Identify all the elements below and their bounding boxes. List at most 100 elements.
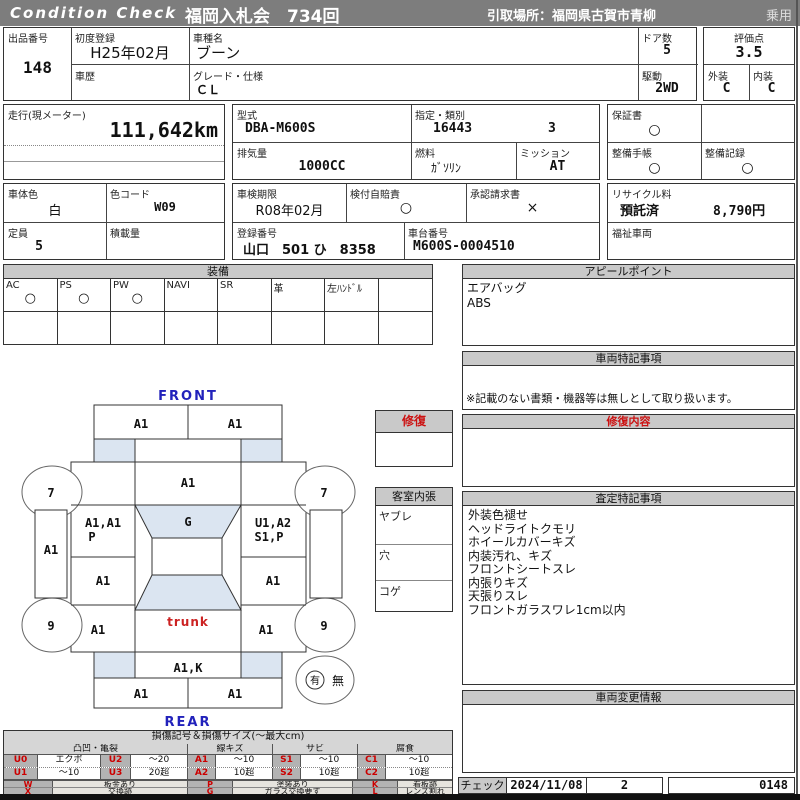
- mark-door-front-right-2: S1,P: [255, 530, 284, 544]
- equipment-cell-empty: [272, 312, 325, 344]
- equipment-value: ○: [131, 291, 143, 306]
- insurance-value: ○: [399, 200, 413, 216]
- equipment-cell-empty: [218, 312, 272, 344]
- cabin-row-hole: 穴: [379, 549, 390, 562]
- class-no-value2: 3: [548, 121, 556, 136]
- mark-rear-bumper-left: A1: [134, 687, 148, 701]
- legend-code: S1: [273, 755, 301, 767]
- color-capacity-box: 車体色 白 色コード W09 定員 5 積載量: [3, 183, 225, 260]
- recycle-box: リサイクル料 預託済 8,790円 福祉車両: [607, 183, 795, 260]
- equipment-label: NAVI: [166, 280, 190, 291]
- welfare-label: 福祉車両: [612, 229, 652, 240]
- legend-desc: ～10: [408, 755, 430, 765]
- class-no-label: 指定・類別: [415, 111, 465, 122]
- legend-title: 損傷記号＆損傷サイズ(～最大cm): [4, 731, 452, 745]
- legend-code: A1: [188, 755, 216, 767]
- mark-door-rear-left: A1: [96, 574, 110, 588]
- assessment-line: 天張りスレ: [468, 589, 529, 603]
- assessment-line: フロントガラスワレ1cm以内: [468, 602, 626, 617]
- vehicle-notes-note: ※記載のない書類・機器等は無しとして取り扱います。: [466, 392, 738, 405]
- legend-code: U2: [101, 755, 131, 767]
- damage-legend-table: 損傷記号＆損傷サイズ(～最大cm) 凸凹・亀裂 線キズ サビ 腐食 U0 エクボ…: [3, 730, 453, 795]
- warranty-value: ○: [648, 122, 661, 138]
- rear-glass: [134, 574, 242, 611]
- vehicle-category: 乗用: [765, 9, 792, 24]
- rocker-right: [309, 509, 343, 599]
- rear-corner-left: [93, 651, 136, 679]
- legend-row-1: U0 エクボ U2 ～20 A1 ～10 S1 ～10 C1 ～10: [4, 755, 452, 767]
- equipment-value: ○: [24, 291, 36, 306]
- repair-mini-title: 修復: [376, 411, 452, 433]
- mission-value: AT: [549, 159, 566, 174]
- mark-door-front-left-2: P: [88, 530, 95, 544]
- inspection-value: R08年02月: [255, 204, 324, 219]
- legend-row-3: W 板金あり P 塗装あり K 看板跡: [4, 779, 452, 787]
- page-bottom-bar: [0, 794, 800, 800]
- mark-rocker-left: A1: [44, 543, 58, 557]
- assessment-line: フロントシートスレ: [468, 562, 577, 576]
- assessment-line: ホイールカバーキズ: [468, 535, 576, 549]
- plate-value: 山口 501 ひ 8358: [243, 243, 376, 258]
- legend-group-row: 凸凹・亀裂 線キズ サビ 腐食: [4, 744, 452, 755]
- legend-code: S2: [273, 768, 301, 779]
- equipment-label: 革: [273, 284, 284, 295]
- mark-wheel-front-left: 7: [47, 486, 54, 500]
- equipment-label: 左ﾊﾝﾄﾞﾙ: [327, 284, 362, 295]
- maint-book-label: 整備手帳: [612, 149, 652, 160]
- color-code-value: W09: [154, 200, 176, 214]
- equipment-table: 装備 AC ○ PS ○ PW ○ NAVI SR 革 左ﾊﾝﾄﾞﾙ: [3, 264, 433, 345]
- roof: [151, 537, 223, 576]
- repair-detail-box: 修復内容: [462, 414, 795, 487]
- sheet-number-box: 0148: [668, 777, 795, 794]
- mark-door-rear-right: A1: [266, 574, 280, 588]
- pickup-location: 引取場所：福岡県古賀市青柳: [487, 9, 657, 24]
- legend-desc: 10超: [216, 768, 273, 779]
- condition-check-sheet: { "header": { "brand": "Condition Check"…: [0, 0, 800, 800]
- legend-code: U0: [4, 755, 38, 767]
- vehicle-notes-title: 車両特記事項: [463, 352, 794, 366]
- maint-book-value: ○: [648, 160, 661, 176]
- auction-title: 福岡入札会 734回: [185, 7, 340, 27]
- recycle-label: リサイクル料: [612, 190, 672, 201]
- equipment-label: PW: [113, 280, 129, 291]
- inspection-label: 車検期限: [237, 190, 277, 201]
- mark-windshield: G: [184, 515, 191, 529]
- displacement-value: 1000CC: [298, 159, 346, 174]
- mileage-box: 走行(現メーター) 111,642km: [3, 104, 225, 180]
- chassis-label: 車台番号: [408, 229, 448, 240]
- appeal-line-2: ABS: [467, 296, 491, 310]
- cabin-row-tear: ヤブレ: [379, 510, 412, 523]
- mark-rear-gate: A1,K: [174, 661, 204, 675]
- legend-desc: 10超: [408, 768, 430, 778]
- trunk-label: trunk: [167, 615, 209, 629]
- legend-code: C1: [358, 755, 386, 767]
- spare-yes-label: 有: [310, 674, 320, 687]
- spare-no-label: 無: [332, 673, 344, 688]
- vehicle-notes-box: 車両特記事項 ※記載のない書類・機器等は無しとして取り扱います。: [462, 351, 795, 410]
- inspection-plate-box: 車検期限 R08年02月 検付自賠責 ○ 承認請求書 × 登録番号 山口 501…: [232, 183, 600, 260]
- equipment-row-2: [4, 312, 432, 344]
- legend-code: U3: [101, 768, 131, 779]
- legend-code: C2: [358, 768, 386, 779]
- check-strip: チェック 2024/11/08 2: [458, 777, 663, 794]
- legend-group: 凸凹・亀裂: [4, 744, 188, 754]
- brand-logo: Condition Check: [10, 4, 178, 22]
- appeal-title: アピールポイント: [463, 265, 794, 279]
- recycle-fee: 8,790円: [713, 204, 766, 219]
- lot-info-box: 出品番号 148 初度登録 H25年02月 車歴 車種名 ブーン グレード・仕様…: [3, 27, 698, 101]
- capacity-value: 5: [35, 239, 43, 254]
- appeal-line-1: エアバッグ: [467, 281, 527, 295]
- insurance-label: 検付自賠責: [350, 190, 400, 201]
- model-code-box: 型式 DBA-M600S 指定・類別 16443 3 排気量 1000CC 燃料…: [232, 104, 600, 180]
- assessment-line: 内張りキズ: [468, 575, 529, 590]
- equipment-title: 装備: [4, 265, 432, 279]
- warranty-label: 保証書: [612, 111, 642, 122]
- mark-wheel-front-right: 7: [320, 486, 327, 500]
- check-date: 2024/11/08: [507, 778, 587, 793]
- model-code-label: 型式: [237, 111, 257, 122]
- equipment-cell-empty: [58, 312, 111, 344]
- doors-value: 5: [663, 43, 671, 58]
- mark-wheel-rear-right: 9: [320, 619, 327, 633]
- history-label: 車歴: [75, 72, 95, 83]
- legend-group: 線キズ: [188, 744, 273, 754]
